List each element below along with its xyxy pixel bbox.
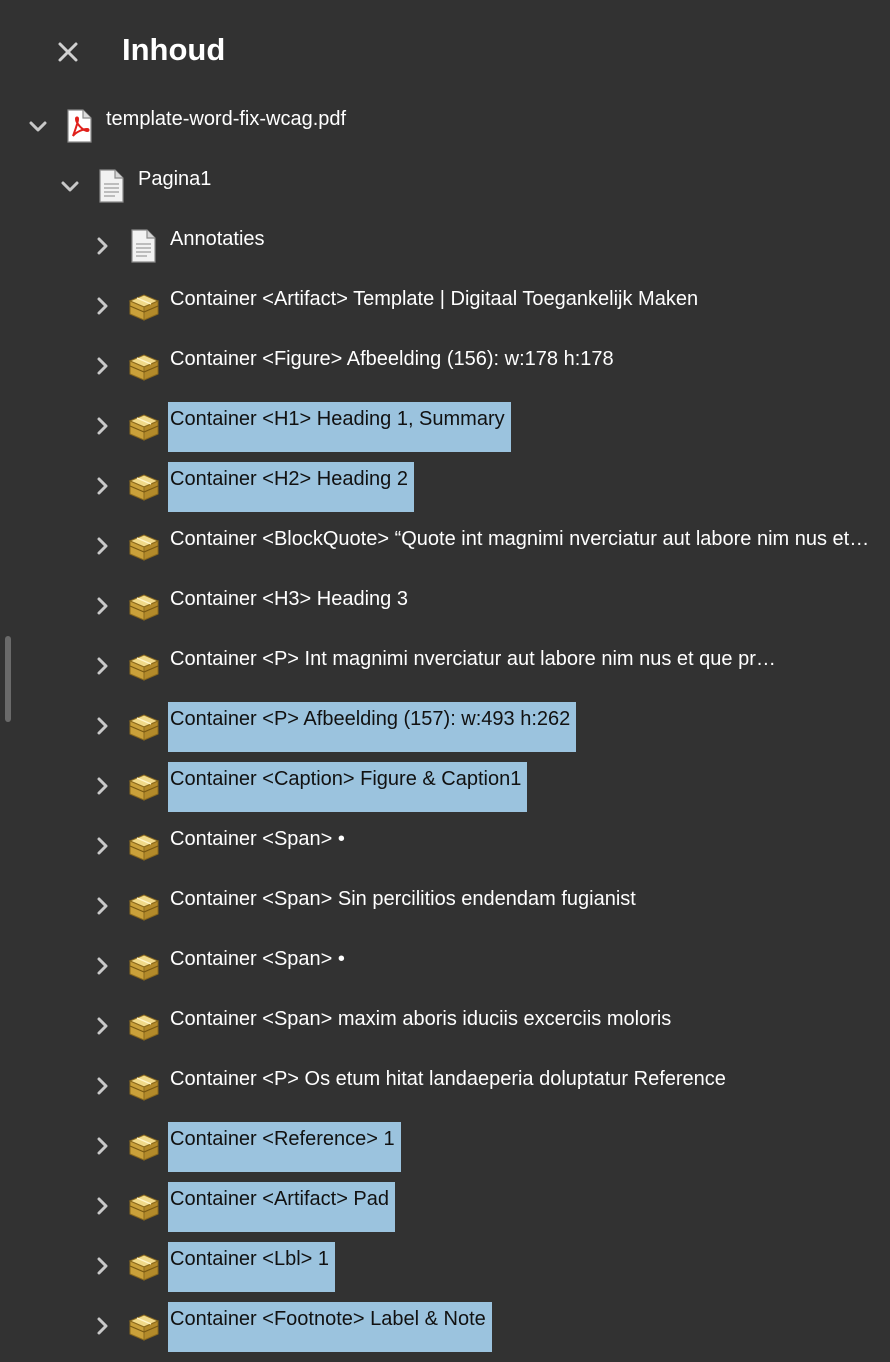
chevron-right-icon[interactable] — [92, 476, 112, 496]
tree-node-item[interactable]: Container <Reference> 1 — [0, 1110, 890, 1172]
tree-node-label: Container <Artifact> Pad — [168, 1182, 396, 1232]
close-icon — [58, 42, 78, 62]
container-icon — [128, 1132, 160, 1162]
chevron-right-icon[interactable] — [92, 536, 112, 556]
tree-node-item[interactable]: Container <Span> • — [0, 810, 890, 870]
chevron-down-icon[interactable] — [60, 176, 80, 196]
container-icon — [128, 1192, 160, 1222]
tree-node-item[interactable]: Container <P> Os etum hitat landaeperia … — [0, 1050, 890, 1110]
chevron-right-icon[interactable] — [92, 236, 112, 256]
chevron-right-icon[interactable] — [92, 956, 112, 976]
chevron-right-icon[interactable] — [92, 1256, 112, 1276]
container-icon — [128, 1072, 160, 1102]
panel-title: Inhoud — [122, 32, 226, 67]
container-icon — [128, 1312, 160, 1342]
tree-node-item[interactable]: Container <Artifact> Template | Digitaal… — [0, 270, 890, 330]
tree-node-item[interactable]: Container <H2> Heading 2 — [0, 450, 890, 512]
tree-node-item[interactable]: Container <Span> maxim aboris iduciis ex… — [0, 990, 890, 1050]
page-icon — [97, 169, 125, 203]
container-icon — [128, 952, 160, 982]
tree-node-label: Container <H2> Heading 2 — [168, 462, 414, 512]
tree-node-label: Container <Span> • — [170, 828, 345, 850]
page-icon — [129, 229, 157, 263]
container-icon — [128, 832, 160, 862]
tree-node-label: Container <Reference> 1 — [168, 1122, 401, 1172]
tree-node-label: Annotaties — [170, 228, 265, 250]
chevron-right-icon[interactable] — [92, 836, 112, 856]
chevron-right-icon[interactable] — [92, 416, 112, 436]
tree-node-item[interactable]: Container <BlockQuote> “Quote int magnim… — [0, 510, 890, 570]
chevron-down-icon[interactable] — [28, 116, 48, 136]
tree-node-label: Container <Artifact> Template | Digitaal… — [170, 288, 699, 310]
tree-node-label: Container <BlockQuote> “Quote int magnim… — [170, 528, 870, 550]
tree-node-label: Container <P> Afbeelding (157): w:493 h:… — [168, 702, 577, 752]
tree-node-label: Container <Caption> Figure & Caption1 — [168, 762, 528, 812]
chevron-right-icon[interactable] — [92, 896, 112, 916]
tree-node-item[interactable]: Container <H3> Heading 3 — [0, 570, 890, 630]
tree-node-label: Container <H3> Heading 3 — [170, 588, 408, 610]
container-icon — [128, 592, 160, 622]
container-icon — [128, 652, 160, 682]
tree-node-item[interactable]: Container <Span> Sin percilitios endenda… — [0, 870, 890, 930]
tree-node-item[interactable]: Container <P> Int magnimi nverciatur aut… — [0, 630, 890, 690]
chevron-right-icon[interactable] — [92, 1136, 112, 1156]
container-icon — [128, 1012, 160, 1042]
tree-node-label: Pagina1 — [138, 168, 212, 190]
chevron-right-icon[interactable] — [92, 716, 112, 736]
pdf-icon — [65, 109, 93, 143]
container-icon — [128, 712, 160, 742]
chevron-right-icon[interactable] — [92, 596, 112, 616]
tree-node-page[interactable]: Pagina1 — [0, 150, 890, 210]
tree-node-item[interactable]: Container <H1> Heading 1, Summary — [0, 390, 890, 452]
tree-node-item[interactable]: Container <Span> • — [0, 930, 890, 990]
tree-node-label: Container <P> Int magnimi nverciatur aut… — [170, 648, 776, 670]
chevron-right-icon[interactable] — [92, 356, 112, 376]
tree-node-label: Container <Footnote> Label & Note — [168, 1302, 492, 1352]
tree-node-label: Container <Span> Sin percilitios endenda… — [170, 888, 636, 910]
container-icon — [128, 412, 160, 442]
content-panel: Inhoud template-word-fix-wcag.pdf Pagina… — [0, 0, 890, 1362]
tree-node-label: template-word-fix-wcag.pdf — [106, 108, 347, 130]
tree-node-label: Container <Span> maxim aboris iduciis ex… — [170, 1008, 672, 1030]
chevron-right-icon[interactable] — [92, 1016, 112, 1036]
tree-node-item[interactable]: Container <Caption> Figure & Caption1 — [0, 750, 890, 812]
scrollbar-thumb[interactable] — [5, 636, 11, 722]
chevron-right-icon[interactable] — [92, 1076, 112, 1096]
tree-node-label: Container <P> Os etum hitat landaeperia … — [170, 1068, 726, 1090]
chevron-right-icon[interactable] — [92, 776, 112, 796]
chevron-right-icon[interactable] — [92, 656, 112, 676]
tree-node-label: Container <Figure> Afbeelding (156): w:1… — [170, 348, 614, 370]
chevron-right-icon[interactable] — [92, 1196, 112, 1216]
tree-node-item[interactable]: Container <Footnote> Label & Note — [0, 1290, 890, 1352]
panel-header: Inhoud — [0, 0, 890, 100]
container-icon — [128, 292, 160, 322]
container-icon — [128, 352, 160, 382]
container-icon — [128, 892, 160, 922]
container-icon — [128, 1252, 160, 1282]
tree-node-item[interactable]: Container <Figure> Afbeelding (156): w:1… — [0, 330, 890, 390]
tree-node-item[interactable]: Container <P> Afbeelding (157): w:493 h:… — [0, 690, 890, 752]
close-button[interactable] — [56, 40, 80, 64]
container-icon — [128, 532, 160, 562]
container-icon — [128, 472, 160, 502]
tree-node-label: Container <Lbl> 1 — [168, 1242, 336, 1292]
chevron-right-icon[interactable] — [92, 1316, 112, 1336]
chevron-right-icon[interactable] — [92, 296, 112, 316]
tree-node-root[interactable]: template-word-fix-wcag.pdf — [0, 90, 890, 150]
tree-node-item[interactable]: Annotaties — [0, 210, 890, 270]
tree-node-item[interactable]: Container <Lbl> 1 — [0, 1230, 890, 1292]
tree-node-label: Container <H1> Heading 1, Summary — [168, 402, 511, 452]
container-icon — [128, 772, 160, 802]
tree-node-item[interactable]: Container <Artifact> Pad — [0, 1170, 890, 1232]
tree-node-label: Container <Span> • — [170, 948, 345, 970]
